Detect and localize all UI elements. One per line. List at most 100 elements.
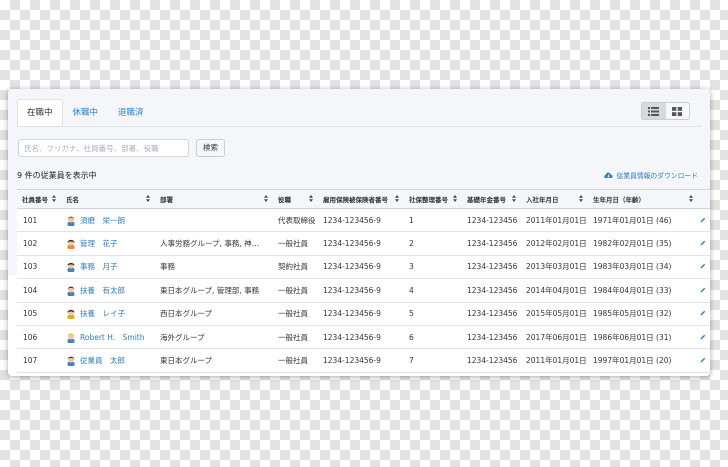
- employment-insurance-number: 1234-123456-9: [318, 255, 404, 280]
- employee-name[interactable]: 管理 花子: [80, 238, 118, 249]
- employee-title: 一般社員: [273, 348, 318, 373]
- employee-id: 107: [17, 348, 61, 373]
- employee-title: 一般社員: [273, 278, 318, 303]
- employee-id: 102: [17, 231, 61, 256]
- pencil-icon: [700, 357, 706, 363]
- employee-name-cell[interactable]: 須磨 栄一朗: [61, 208, 155, 233]
- column-header[interactable]: 雇用保険被保険者番号: [318, 189, 404, 209]
- sort-icon: [264, 195, 268, 202]
- table-row[interactable]: 103 事務 月子 事務 契約社員 1234-123456-9 3 1234-1…: [17, 255, 710, 280]
- pencil-icon: [700, 311, 706, 316]
- pencil-icon: [700, 217, 706, 223]
- employee-name[interactable]: 扶養 有太郎: [80, 285, 125, 296]
- social-insurance-number: 1: [404, 208, 462, 233]
- employee-id: 103: [17, 255, 61, 280]
- edit-cell[interactable]: [698, 325, 710, 350]
- employee-title: 一般社員: [273, 302, 318, 326]
- table-row[interactable]: 106 Robert H. Smith 海外グループ 一般社員 1234-123…: [17, 325, 710, 350]
- avatar: [67, 262, 75, 273]
- column-header[interactable]: 部署: [155, 189, 273, 209]
- social-insurance-number: 4: [404, 278, 462, 303]
- employee-dept: 海外グループ: [155, 325, 273, 350]
- employee-name-cell[interactable]: Robert H. Smith: [61, 325, 155, 350]
- edit-cell[interactable]: [698, 302, 710, 326]
- avatar: [67, 239, 75, 250]
- pension-number: 1234-123456: [462, 278, 521, 303]
- birth-date: 1971年01月01日 (46): [588, 208, 698, 233]
- avatar: [67, 356, 75, 367]
- grid-icon: [672, 106, 683, 116]
- column-header[interactable]: 社保整理番号: [404, 189, 462, 209]
- table-row[interactable]: 101 須磨 栄一朗 代表取締役 1234-123456-9 1 1234-12…: [17, 208, 710, 233]
- employee-name[interactable]: 事務 月子: [80, 261, 118, 272]
- result-count: 9 件の従業員を表示中: [17, 171, 97, 180]
- employee-title: 一般社員: [273, 325, 318, 350]
- employee-name[interactable]: 扶養 レイ子: [80, 308, 125, 319]
- column-header[interactable]: 氏名: [61, 189, 155, 209]
- edit-cell[interactable]: [698, 208, 710, 233]
- employee-dept: 東日本グループ, 管理部, 事務: [155, 278, 273, 303]
- employee-name[interactable]: Robert H. Smith: [80, 332, 144, 343]
- employee-dept: [155, 208, 273, 233]
- table-row[interactable]: 105 扶養 レイ子 西日本グループ 一般社員 1234-123456-9 5 …: [17, 302, 710, 326]
- sort-icon: [309, 195, 313, 202]
- employee-name-cell[interactable]: 扶養 レイ子: [61, 302, 155, 326]
- column-header[interactable]: 生年月日（年齢）: [588, 189, 698, 209]
- avatar: [67, 216, 75, 226]
- download-link[interactable]: 従業員情報のダウンロード: [604, 170, 698, 180]
- employee-name[interactable]: 従業員 太郎: [80, 355, 125, 366]
- pension-number: 1234-123456: [462, 302, 521, 326]
- list-icon: [648, 106, 660, 116]
- hire-date: 2014年04月01日: [521, 278, 588, 303]
- view-toggle: [641, 102, 690, 120]
- avatar: [67, 286, 75, 296]
- tab-active-employees[interactable]: 在職中: [17, 99, 63, 126]
- employee-panel: 在職中 休職中 退職済 検索 9 件の従業員を表示中 従業員情報のダウンロード: [8, 89, 710, 376]
- table-header-row: 社員番号 氏名 部署 役職 雇用保険被保険者番号 社保整理番号 基礎年金番号 入…: [17, 189, 710, 209]
- birth-date: 1982年02月01日 (35): [588, 231, 698, 256]
- edit-cell[interactable]: [698, 231, 710, 256]
- employment-insurance-number: 1234-123456-9: [318, 325, 404, 350]
- employment-insurance-number: 1234-123456-9: [318, 302, 404, 326]
- pension-number: 1234-123456: [462, 208, 521, 233]
- edit-cell[interactable]: [698, 255, 710, 280]
- employee-title: 一般社員: [273, 231, 318, 256]
- edit-cell[interactable]: [698, 348, 710, 373]
- table-row[interactable]: 102 管理 花子 人事労務グループ, 事務, 神… 一般社員 1234-123…: [17, 231, 710, 256]
- employee-name[interactable]: 須磨 栄一朗: [80, 215, 125, 226]
- employee-id: 104: [17, 278, 61, 303]
- tab-retired[interactable]: 退職済: [108, 99, 154, 126]
- birth-date: 1985年05月01日 (32): [588, 302, 698, 326]
- employee-id: 105: [17, 302, 61, 326]
- employee-dept: 西日本グループ: [155, 302, 273, 326]
- birth-date: 1984年04月01日 (33): [588, 278, 698, 303]
- download-label: 従業員情報のダウンロード: [616, 172, 698, 180]
- column-header[interactable]: 基礎年金番号: [462, 189, 521, 209]
- employee-name-cell[interactable]: 扶養 有太郎: [61, 278, 155, 303]
- sort-icon: [689, 195, 693, 202]
- column-header[interactable]: 役職: [273, 189, 318, 209]
- list-view-button[interactable]: [642, 103, 666, 119]
- hire-date: 2017年06月01日: [521, 325, 588, 350]
- search-input[interactable]: [18, 139, 189, 157]
- sort-icon: [512, 195, 516, 202]
- grid-view-button[interactable]: [666, 103, 690, 119]
- column-header[interactable]: 入社年月日: [521, 189, 588, 209]
- tab-on-leave[interactable]: 休職中: [63, 99, 109, 126]
- cloud-download-icon: [604, 172, 614, 178]
- hire-date: 2013年03月01日: [521, 255, 588, 280]
- column-header[interactable]: 社員番号: [17, 189, 61, 209]
- edit-cell[interactable]: [698, 278, 710, 303]
- employment-insurance-number: 1234-123456-9: [318, 348, 404, 373]
- employee-name-cell[interactable]: 事務 月子: [61, 255, 155, 280]
- table-row[interactable]: 104 扶養 有太郎 東日本グループ, 管理部, 事務 一般社員 1234-12…: [17, 278, 710, 303]
- search-button[interactable]: 検索: [196, 139, 225, 157]
- employee-name-cell[interactable]: 従業員 太郎: [61, 348, 155, 373]
- sort-icon: [395, 195, 399, 202]
- employment-insurance-number: 1234-123456-9: [318, 208, 404, 233]
- table-row[interactable]: 107 従業員 太郎 東日本グループ 一般社員 1234-123456-9 7 …: [17, 348, 710, 373]
- employee-dept: 事務: [155, 255, 273, 280]
- employee-title: 契約社員: [273, 255, 318, 280]
- employee-name-cell[interactable]: 管理 花子: [61, 231, 155, 256]
- pension-number: 1234-123456: [462, 348, 521, 373]
